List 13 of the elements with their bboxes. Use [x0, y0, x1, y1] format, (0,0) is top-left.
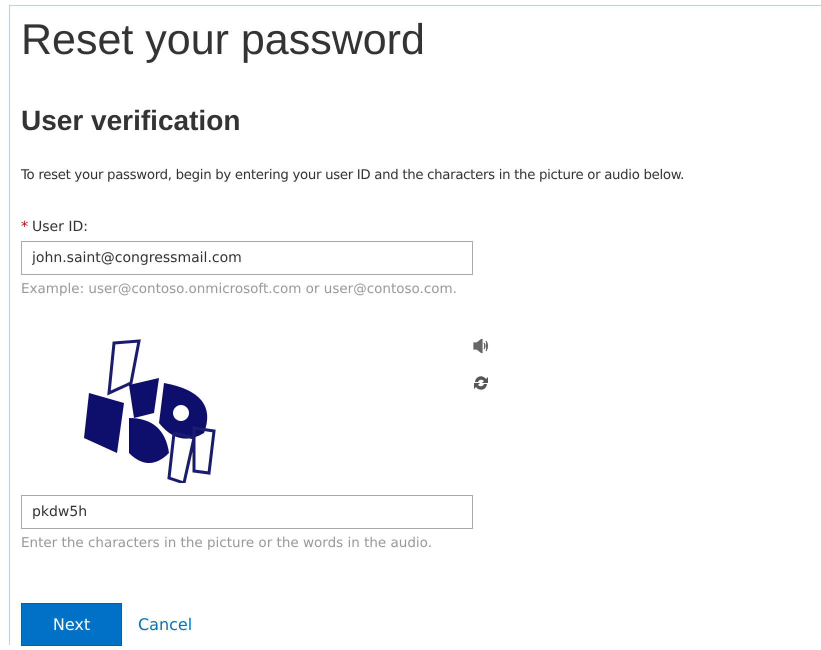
cancel-link[interactable]: Cancel — [138, 615, 192, 634]
speaker-icon[interactable] — [473, 339, 489, 353]
required-mark: * — [21, 219, 28, 235]
refresh-icon[interactable] — [473, 375, 489, 391]
field-label: User ID: — [32, 219, 88, 235]
user-id-field[interactable]: john.saint@congressmail.com — [21, 241, 473, 275]
instructions-text: To reset your password, begin by entering your user ID and the characters in the picture or audio below. — [21, 168, 685, 183]
captcha-field[interactable]: pkdw5h — [21, 495, 473, 529]
page-title: Reset your password — [21, 15, 426, 66]
hint-text: Enter the characters in the picture or the words in the audio. — [21, 535, 433, 551]
section-title: User verification — [21, 104, 242, 138]
next-button[interactable]: Next — [21, 603, 122, 646]
hint-text: Example: user@contoso.onmicrosoft.com or user@contoso.com. — [21, 281, 458, 297]
